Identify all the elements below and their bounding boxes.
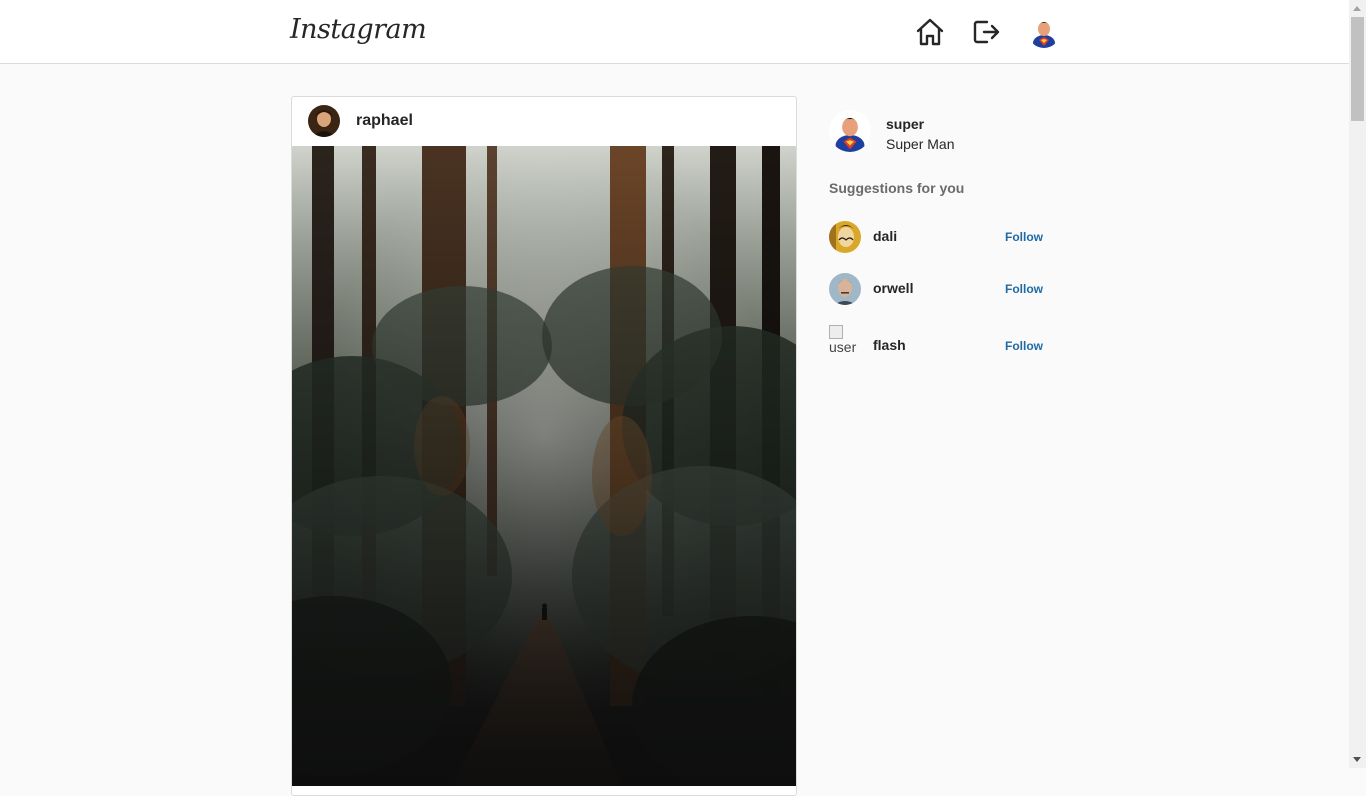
suggestion-username-dali[interactable]: dali — [873, 228, 897, 244]
follow-button-orwell[interactable]: Follow — [1005, 282, 1043, 296]
current-user-avatar[interactable] — [829, 110, 871, 152]
page-scrollbar[interactable] — [1349, 0, 1366, 768]
follow-button-dali[interactable]: Follow — [1005, 230, 1043, 244]
current-user: super Super Man — [829, 110, 1049, 156]
post-card: raphael — [291, 96, 797, 796]
broken-image-icon — [829, 325, 843, 339]
suggestion-item-orwell: orwell Follow — [829, 273, 1049, 305]
sidebar: super Super Man Suggestions for you dali… — [829, 110, 1049, 354]
suggestion-item-flash: user flash Follow — [829, 325, 1049, 365]
superman-avatar-icon — [829, 110, 871, 152]
broken-image-alt-text: user — [829, 339, 857, 355]
current-user-username[interactable]: super — [886, 116, 924, 132]
profile-avatar-button[interactable] — [1028, 16, 1060, 48]
home-icon[interactable] — [914, 16, 946, 48]
top-navbar: Instagram — [0, 0, 1349, 64]
raphael-portrait-icon — [308, 105, 340, 137]
orwell-portrait-icon — [829, 273, 861, 305]
suggestion-item-dali: dali Follow — [829, 221, 1049, 253]
logout-icon[interactable] — [970, 16, 1002, 48]
post-image[interactable] — [292, 146, 796, 786]
instagram-logo[interactable]: Instagram — [290, 14, 427, 45]
suggestion-avatar-orwell[interactable] — [829, 273, 861, 305]
suggestion-username-flash[interactable]: flash — [873, 337, 906, 353]
suggestion-avatar-flash[interactable]: user — [829, 325, 861, 361]
scroll-up-icon[interactable] — [1353, 6, 1361, 11]
scroll-down-icon[interactable] — [1353, 757, 1361, 762]
scroll-thumb[interactable] — [1351, 17, 1364, 121]
current-user-fullname: Super Man — [886, 136, 955, 152]
superman-avatar-icon — [1028, 16, 1060, 48]
follow-button-flash[interactable]: Follow — [1005, 339, 1043, 353]
post-author-username[interactable]: raphael — [356, 112, 413, 130]
post-author-avatar[interactable] — [308, 105, 340, 137]
dali-portrait-icon — [829, 221, 861, 253]
post-header: raphael — [292, 97, 796, 147]
suggestions-title: Suggestions for you — [829, 180, 965, 196]
forest-path-photo — [292, 146, 796, 786]
suggestion-username-orwell[interactable]: orwell — [873, 280, 913, 296]
suggestion-avatar-dali[interactable] — [829, 221, 861, 253]
